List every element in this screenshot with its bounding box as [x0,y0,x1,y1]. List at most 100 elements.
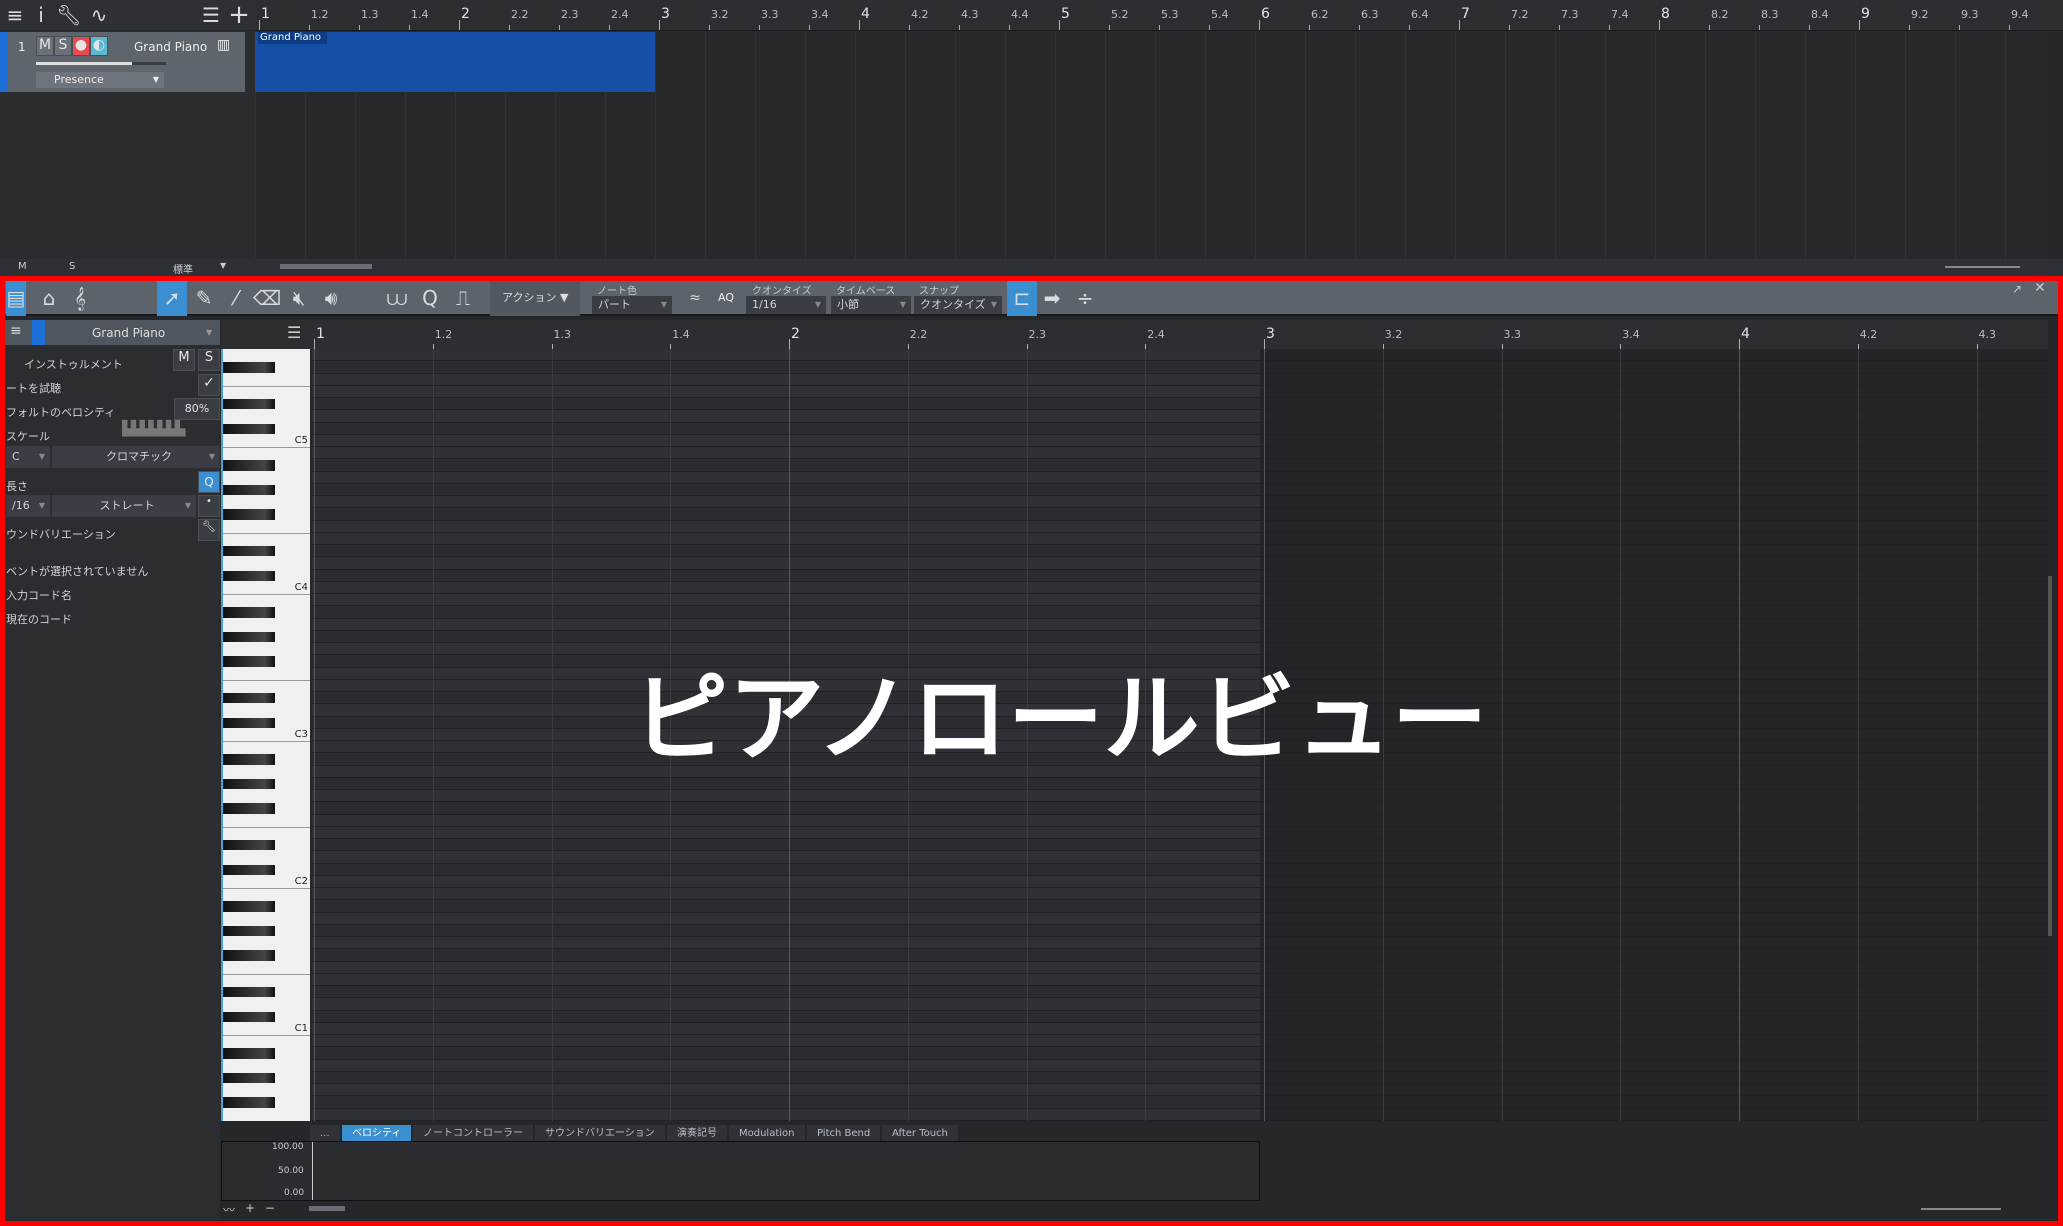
key-dropdown[interactable]: C [6,446,50,468]
line-tool-icon[interactable]: ⁄ [221,283,251,313]
black-key[interactable] [223,546,275,557]
black-key[interactable] [223,460,275,471]
snap-dropdown[interactable]: クオンタイズ [914,296,1002,314]
black-key[interactable] [223,570,275,581]
controller-tab[interactable]: ノートコントローラー [413,1125,533,1142]
info-icon[interactable]: i [26,0,56,30]
aq-button[interactable]: AQ [718,291,734,304]
black-key[interactable] [223,950,275,961]
note-color-dropdown[interactable]: パート [592,296,672,314]
inspector-icon[interactable]: ▤ [1,283,31,313]
default-velocity-field[interactable]: 80% [174,398,220,420]
arrow-tool-icon[interactable]: ➚ [157,283,187,313]
midi-region[interactable]: Grand Piano [255,32,655,92]
mute-button[interactable]: M [36,36,54,56]
remove-lane-button[interactable]: − [265,1201,275,1215]
inspector-mute-button[interactable]: M [173,349,195,371]
black-key[interactable] [223,1048,275,1059]
black-key[interactable] [223,1097,275,1108]
snap-to-grid-icon[interactable]: ⊏ [1007,283,1037,313]
black-key[interactable] [223,987,275,998]
black-key[interactable] [223,1011,275,1022]
length-dropdown[interactable]: /16 [6,495,50,517]
chevron-down-icon[interactable]: ▼ [220,261,226,270]
list-icon[interactable]: ☰ [196,0,226,30]
split-icon[interactable]: ÷ [1070,283,1100,313]
controller-tab-active[interactable]: ベロシティ [342,1125,412,1142]
black-key[interactable] [223,778,275,789]
inspector-title[interactable]: Grand Piano [92,326,165,340]
velocity-lane[interactable]: 100.00 50.00 0.00 [221,1141,1260,1201]
drum-icon[interactable]: ⌂ [34,283,64,313]
black-key[interactable] [223,484,275,495]
footer-mute[interactable]: M [18,261,27,272]
controller-tab[interactable]: ... [310,1125,340,1142]
volume-slider[interactable] [36,62,166,65]
black-key[interactable] [223,717,275,728]
controller-tab[interactable]: 演奏記号 [667,1125,727,1142]
wrench-icon[interactable]: 🔧︎ [198,519,220,541]
piano-keyboard[interactable]: C5 C4 C3 C2 C1 [221,349,310,1121]
editor-zoom-slider[interactable] [1921,1208,2001,1210]
solo-button[interactable]: S [54,36,72,56]
editor-h-scrollbar[interactable] [309,1206,345,1211]
quantize-icon[interactable]: Q [415,283,445,313]
controller-tab[interactable]: サウンドバリエーション [535,1125,665,1142]
zoom-slider[interactable] [1945,266,2020,268]
list-icon[interactable]: ☰ [287,323,301,342]
chevron-down-icon[interactable]: ▼ [206,328,212,337]
pencil-tool-icon[interactable]: ✎ [189,283,219,313]
inspector-solo-button[interactable]: S [198,349,220,371]
scale-type-dropdown[interactable]: クロマチック [52,446,220,468]
humanize-icon[interactable]: ≈ [680,283,710,313]
controller-tab[interactable]: After Touch [882,1125,958,1142]
black-key[interactable] [223,399,275,410]
footer-solo[interactable]: S [69,261,75,272]
quantize-dropdown[interactable]: 1/16 [746,296,826,314]
length-option-button[interactable]: • [198,495,220,517]
black-key[interactable] [223,864,275,875]
audition-checkbox[interactable]: ✓ [198,374,220,396]
listen-tool-icon[interactable]: 🔊︎ [316,283,346,313]
v-scrollbar[interactable] [2048,576,2052,936]
add-icon[interactable]: + [224,0,254,30]
length-type-dropdown[interactable]: ストレート [52,495,196,517]
arrange-lane[interactable]: Grand Piano [255,31,2048,259]
black-key[interactable] [223,754,275,765]
layout-select[interactable]: 標準 [173,261,193,276]
arrange-ruler[interactable]: 1 1.2 1.3 1.4 2 2.2 2.3 2.4 3 3.2 3.3 3.4 4 4.2 4.3 4.4… [255,0,2063,31]
black-key[interactable] [223,925,275,936]
detach-icon[interactable]: ↗ [2012,282,2022,296]
black-key[interactable] [223,693,275,704]
black-key[interactable] [223,362,275,373]
add-lane-button[interactable]: + [245,1201,255,1215]
controller-tab[interactable]: Modulation [729,1125,805,1142]
editor-ruler[interactable]: 1 1.2 1.3 1.4 2 2.2 2.3 2.4 3 3.2 3.3 3.4 4 4.2 4.3 [312,320,2048,349]
black-key[interactable] [223,509,275,520]
black-key[interactable] [223,1072,275,1083]
black-key[interactable] [223,631,275,642]
wrench-icon[interactable]: 🔧︎ [54,0,84,30]
automation-icon[interactable]: ∿ [84,0,114,30]
black-key[interactable] [223,656,275,667]
length-quantize-button[interactable]: Q [198,471,220,493]
follow-icon[interactable]: ➡ [1037,283,1067,313]
score-icon[interactable]: 𝄞 [65,283,95,313]
black-key[interactable] [223,901,275,912]
black-key[interactable] [223,423,275,434]
monitor-button[interactable]: ◐ [90,36,108,56]
black-key[interactable] [223,803,275,814]
preset-dropdown[interactable]: Presence ▼ [36,72,164,88]
h-scrollbar[interactable] [280,264,372,269]
black-key[interactable] [223,607,275,618]
track-header[interactable]: 1 M S ● ◐ Grand Piano ▥ Presence ▼ [0,32,245,92]
record-button[interactable]: ● [72,36,90,56]
mute-tool-icon[interactable]: 🔇︎ [284,283,314,313]
controller-tab[interactable]: Pitch Bend [807,1125,881,1142]
menu-icon[interactable]: ≡ [10,323,22,339]
bend-tool-icon[interactable]: ⩊ [382,283,412,313]
action-menu[interactable]: アクション ▼ [490,280,580,316]
automation-icon[interactable]: 〰 [223,1201,235,1218]
black-key[interactable] [223,840,275,851]
close-icon[interactable]: ✕ [2034,280,2046,296]
